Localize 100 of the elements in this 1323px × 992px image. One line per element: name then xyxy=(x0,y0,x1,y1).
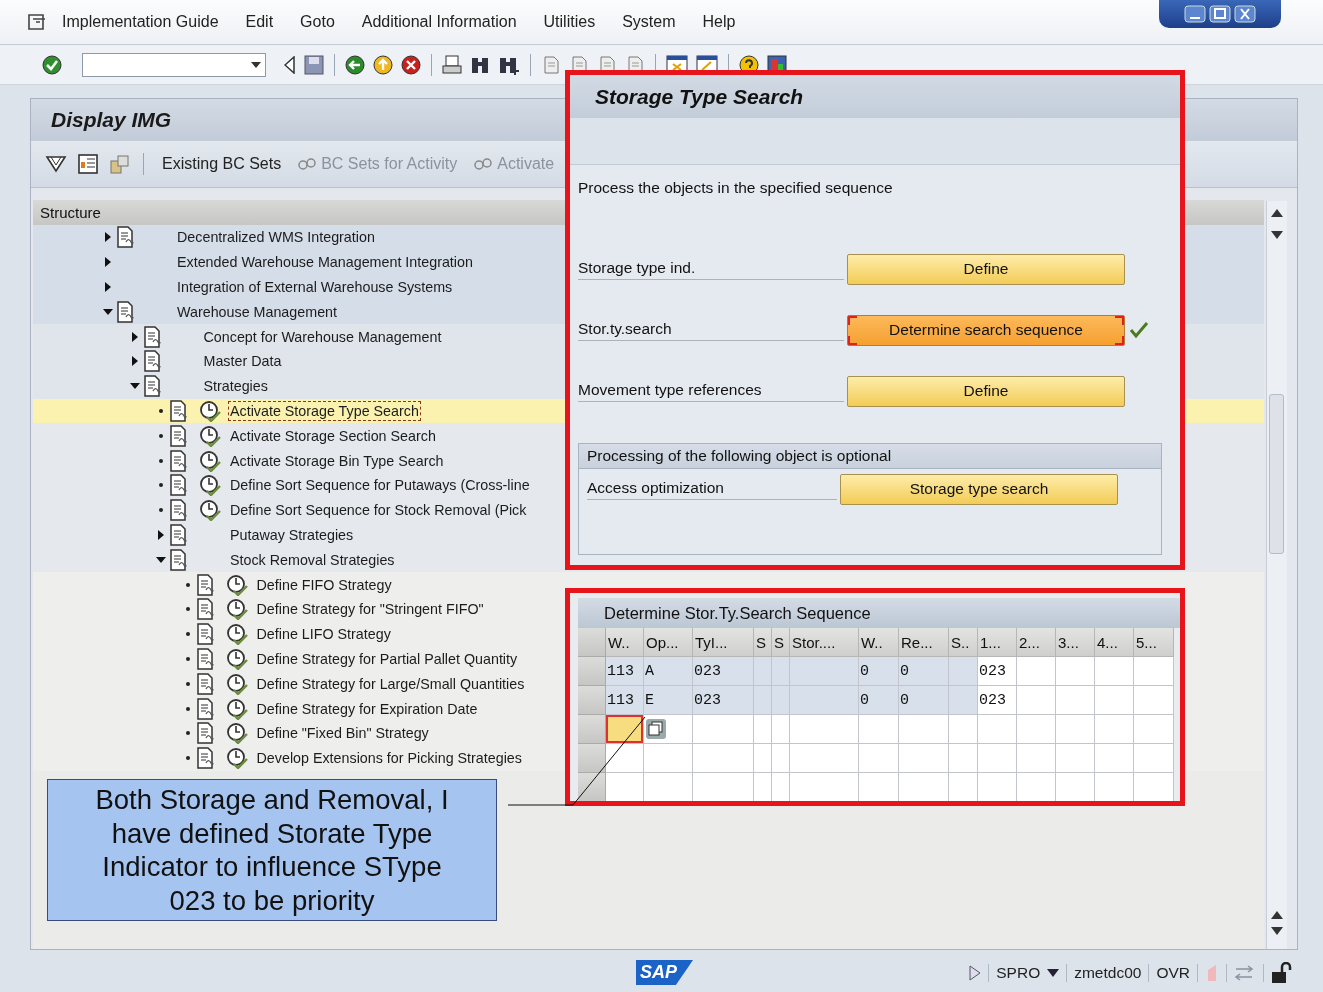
tree-item[interactable]: Strategies xyxy=(201,376,270,397)
column-header[interactable]: S.. xyxy=(949,628,978,657)
tree-item[interactable]: Extended Warehouse Management Integration xyxy=(175,252,475,273)
column-header[interactable]: W.. xyxy=(606,628,644,657)
tree-item[interactable]: Develop Extensions for Picking Strategies xyxy=(254,748,524,769)
scrollbar[interactable] xyxy=(1266,201,1287,949)
document-icon xyxy=(169,548,187,571)
menu-item[interactable]: Additional Information xyxy=(361,13,517,31)
filter-icon[interactable] xyxy=(45,154,67,174)
scroll-down-icon[interactable] xyxy=(1271,231,1283,239)
tree-item[interactable]: Activate Storage Section Search xyxy=(228,425,438,446)
table-cell xyxy=(772,715,790,744)
expand-arrow-icon[interactable] xyxy=(129,356,140,367)
clock-check-icon xyxy=(199,449,221,472)
tree-item[interactable]: Define "Fixed Bin" Strategy xyxy=(254,723,431,744)
expand-arrow-icon[interactable] xyxy=(103,257,113,268)
table-cell xyxy=(1017,744,1056,773)
tree-item[interactable]: Putaway Strategies xyxy=(228,524,356,545)
tree-item[interactable]: Define LIFO Strategy xyxy=(254,624,393,645)
scrollbar-thumb[interactable] xyxy=(1269,394,1284,554)
tree-item[interactable]: Stock Removal Strategies xyxy=(228,549,397,570)
table-cell xyxy=(949,657,978,686)
expand-arrow-icon[interactable] xyxy=(103,232,113,243)
column-header[interactable]: W.. xyxy=(859,628,899,657)
tree-item[interactable]: Define Strategy for Partial Pallet Quantity xyxy=(254,648,520,669)
menu-item[interactable]: Help xyxy=(702,13,736,31)
toolbar-button[interactable]: Existing BC Sets xyxy=(162,155,282,173)
tree-item[interactable]: Decentralized WMS Integration xyxy=(175,227,377,248)
menu-item[interactable]: Implementation Guide xyxy=(62,13,219,31)
tree-item[interactable]: Define FIFO Strategy xyxy=(254,574,394,595)
back-icon[interactable] xyxy=(345,54,365,75)
input-field[interactable] xyxy=(606,715,644,744)
tree-item[interactable]: Define Strategy for Expiration Date xyxy=(254,698,480,719)
expand-arrow-icon[interactable] xyxy=(156,529,166,540)
play-triangle-icon[interactable] xyxy=(969,964,982,981)
action-button[interactable]: Storage type search xyxy=(840,473,1118,505)
expand-arrow-icon[interactable] xyxy=(129,331,140,342)
print-icon[interactable] xyxy=(442,54,462,75)
menu-item[interactable]: Utilities xyxy=(543,13,596,31)
tree-item[interactable]: Define Sort Sequence for Putaways (Cross-line xyxy=(228,475,532,496)
column-header[interactable]: 5... xyxy=(1134,628,1174,657)
collapse-arrow-icon[interactable] xyxy=(156,554,166,565)
column-header[interactable]: TyI... xyxy=(693,628,754,657)
expand-arrow-icon[interactable] xyxy=(103,282,113,292)
tree-item[interactable]: Concept for Warehouse Management xyxy=(201,326,444,347)
column-header[interactable]: 4... xyxy=(1095,628,1134,657)
column-header[interactable]: Stor.... xyxy=(790,628,859,657)
table-cell xyxy=(1095,773,1134,801)
scroll-up-icon[interactable] xyxy=(1271,911,1283,919)
table-cell xyxy=(1095,744,1134,773)
cancel-icon[interactable] xyxy=(401,54,421,75)
tree-item[interactable]: Master Data xyxy=(201,351,284,372)
menu-icon[interactable] xyxy=(28,14,48,30)
collapse-arrow-icon[interactable] xyxy=(103,306,113,317)
tree-item[interactable]: Integration of External Warehouse Systems xyxy=(175,277,455,297)
dropdown-icon xyxy=(251,61,261,68)
tree-item[interactable]: Define Strategy for "Stringent FIFO" xyxy=(254,599,486,620)
field-label: Stor.ty.search xyxy=(578,319,844,341)
tree-item[interactable]: Activate Storage Type Search xyxy=(228,400,421,421)
menu-item[interactable]: System xyxy=(622,13,676,31)
minimize-icon[interactable] xyxy=(1184,5,1206,23)
tree-item[interactable]: Define Strategy for Large/Small Quantities xyxy=(254,673,527,694)
server-name: zmetdc00 xyxy=(1074,963,1142,982)
table-cell xyxy=(949,773,978,801)
dropdown-icon[interactable] xyxy=(1047,968,1060,977)
action-button[interactable]: Define xyxy=(847,375,1125,407)
table-cell xyxy=(790,773,859,801)
row-selector[interactable] xyxy=(578,773,606,801)
enter-icon[interactable] xyxy=(42,54,62,75)
padlock-icon[interactable] xyxy=(1271,961,1293,984)
close-icon[interactable] xyxy=(1234,5,1256,23)
action-button[interactable]: Define xyxy=(847,253,1125,285)
column-header[interactable]: S xyxy=(754,628,772,657)
tree-item[interactable]: Warehouse Management xyxy=(175,301,339,322)
menu-item[interactable]: Goto xyxy=(300,13,335,31)
clock-check-icon xyxy=(225,672,248,695)
tree-item[interactable]: Activate Storage Bin Type Search xyxy=(228,450,446,471)
column-header[interactable]: Op... xyxy=(644,628,693,657)
scroll-down-icon[interactable] xyxy=(1271,927,1283,935)
document-list-icon[interactable] xyxy=(77,153,99,175)
bullet-icon xyxy=(185,656,190,661)
action-button[interactable]: Determine search sequence xyxy=(847,314,1125,346)
table-cell xyxy=(754,657,772,686)
transfer-icon xyxy=(1234,964,1256,981)
column-header[interactable]: 3... xyxy=(1056,628,1095,657)
scroll-up-icon[interactable] xyxy=(1271,209,1283,217)
column-header[interactable]: Re... xyxy=(899,628,949,657)
column-header[interactable]: 2... xyxy=(1017,628,1056,657)
tree-item[interactable]: Define Sort Sequence for Stock Removal (Pick xyxy=(228,500,529,521)
save-icon[interactable] xyxy=(304,54,324,75)
column-header[interactable]: S xyxy=(772,628,790,657)
table-cell xyxy=(949,744,978,773)
value-help-icon[interactable] xyxy=(645,718,667,740)
maximize-icon[interactable] xyxy=(1209,5,1231,23)
command-field[interactable] xyxy=(82,52,266,77)
column-header[interactable]: 1... xyxy=(978,628,1017,657)
left-triangle-icon[interactable] xyxy=(284,55,296,74)
table-cell xyxy=(1017,657,1056,686)
table-cell xyxy=(1017,686,1056,715)
menu-item[interactable]: Edit xyxy=(245,13,274,31)
